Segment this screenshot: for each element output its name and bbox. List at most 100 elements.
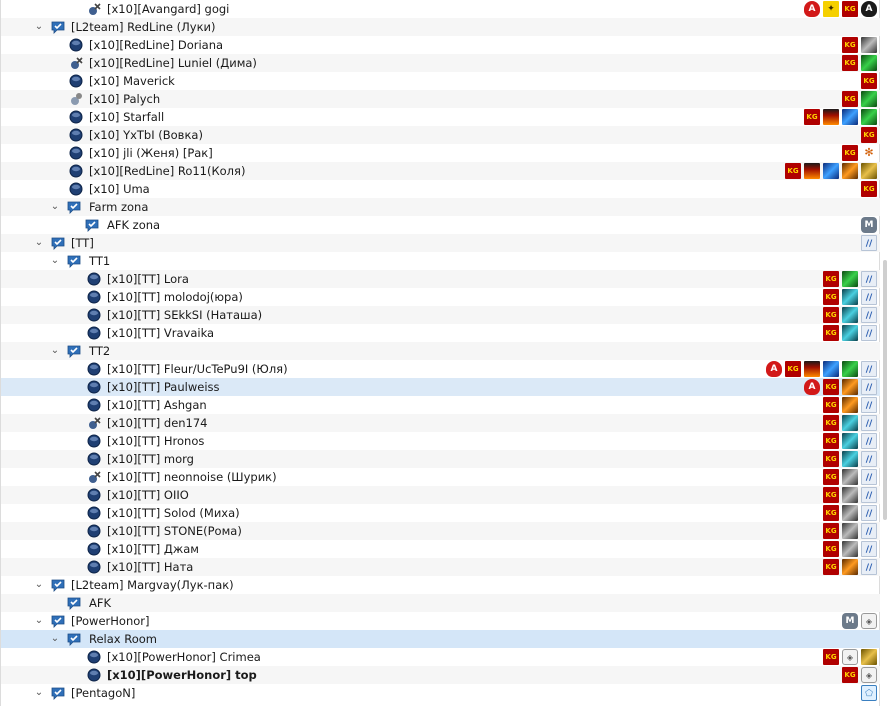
channel-row[interactable]: ⌄ Relax Room bbox=[1, 630, 881, 648]
user-row[interactable]: [x10][RedLine] Doriana KG bbox=[1, 36, 881, 54]
red-rank-badge: KG bbox=[842, 1, 858, 17]
user-row[interactable]: [x10][TT] Solod (Миха) KG // bbox=[1, 504, 881, 522]
channel-row[interactable]: AFK bbox=[1, 594, 881, 612]
badge-strip: // bbox=[861, 235, 877, 251]
user-name: [x10][RedLine] Luniel (Дима) bbox=[89, 56, 257, 70]
user-row[interactable]: [x10] jli (Женя) [Рак] KG ✻ bbox=[1, 144, 881, 162]
user-row[interactable]: [x10] Palych KG bbox=[1, 90, 881, 108]
expand-chevron-icon[interactable]: ⌄ bbox=[33, 612, 45, 630]
shield-badge-icon: ◈ bbox=[861, 667, 877, 683]
expand-chevron-icon[interactable]: ⌄ bbox=[33, 18, 45, 36]
expand-chevron-icon[interactable]: ⌄ bbox=[49, 252, 61, 270]
vertical-scrollbar[interactable] bbox=[880, 0, 888, 706]
user-row[interactable]: [x10] YxTbI (Вовка) KG bbox=[1, 126, 881, 144]
channel-name: [L2team] RedLine (Луки) bbox=[71, 20, 216, 34]
user-row[interactable]: [x10][TT] OIIO KG // bbox=[1, 486, 881, 504]
expand-chevron-icon[interactable]: ⌄ bbox=[33, 684, 45, 702]
red-rank-badge: KG bbox=[861, 73, 877, 89]
badge-strip: KG ✻ bbox=[842, 145, 877, 161]
channel-name: Farm zona bbox=[89, 200, 149, 214]
server-group-icon: // bbox=[861, 487, 877, 503]
user-name: [x10][TT] molodoj(юра) bbox=[107, 290, 243, 304]
user-online-icon bbox=[87, 434, 101, 448]
bee-badge-icon: ✦ bbox=[823, 1, 839, 17]
channel-row[interactable]: ⌄ [PentagoN] ⬠ bbox=[1, 684, 881, 702]
server-group-icon: // bbox=[861, 325, 877, 341]
channel-row[interactable]: ⌄ [TT] // bbox=[1, 234, 881, 252]
scrollbar-thumb[interactable] bbox=[883, 260, 887, 520]
user-row[interactable]: [x10][Avangard] gogi A ✦ KG A bbox=[1, 0, 881, 18]
user-row[interactable]: [x10][TT] Vravaika KG // bbox=[1, 324, 881, 342]
channel-row[interactable]: ⌄ TT1 bbox=[1, 252, 881, 270]
server-group-icon: // bbox=[861, 523, 877, 539]
user-name: [x10][TT] Fleur/UcTePu9I (Юля) bbox=[107, 362, 288, 376]
server-group-icon: // bbox=[861, 505, 877, 521]
user-online-icon bbox=[87, 290, 101, 304]
user-name: [x10] jli (Женя) [Рак] bbox=[89, 146, 213, 160]
user-row[interactable]: [x10][TT] Lora KG // bbox=[1, 270, 881, 288]
expand-chevron-icon[interactable]: ⌄ bbox=[33, 234, 45, 252]
user-row[interactable]: [x10][TT] neonnoise (Шурик) KG // bbox=[1, 468, 881, 486]
server-group-icon: // bbox=[861, 415, 877, 431]
badge-strip: KG // bbox=[823, 415, 877, 431]
teal-class-badge bbox=[842, 325, 858, 341]
red-rank-badge: KG bbox=[823, 415, 839, 431]
badge-strip: KG ◈ bbox=[842, 667, 877, 683]
user-name: [x10][TT] neonnoise (Шурик) bbox=[107, 470, 277, 484]
user-row[interactable]: [x10] Maverick KG bbox=[1, 72, 881, 90]
user-row[interactable]: [x10][RedLine] Luniel (Дима) KG bbox=[1, 54, 881, 72]
badge-strip: KG // bbox=[823, 271, 877, 287]
server-group-icon: // bbox=[861, 307, 877, 323]
user-row[interactable]: [x10][TT] molodoj(юра) KG // bbox=[1, 288, 881, 306]
blue-class-badge bbox=[842, 109, 858, 125]
channel-row[interactable]: ⌄ [L2team] Margvay(Лук-пак) bbox=[1, 576, 881, 594]
user-row[interactable]: [x10][TT] STONE(Рома) KG // bbox=[1, 522, 881, 540]
badge-strip: KG bbox=[842, 91, 877, 107]
user-row[interactable]: [x10][TT] Джам KG // bbox=[1, 540, 881, 558]
user-row[interactable]: [x10][TT] Paulweiss A KG // bbox=[1, 378, 881, 396]
user-row[interactable]: [x10][PowerHonor] top KG ◈ bbox=[1, 666, 881, 684]
channel-row[interactable]: AFK zona M bbox=[1, 216, 881, 234]
user-name: [x10] Maverick bbox=[89, 74, 175, 88]
expand-chevron-icon[interactable]: ⌄ bbox=[49, 630, 61, 648]
server-group-icon: // bbox=[861, 451, 877, 467]
user-row[interactable]: [x10][TT] Fleur/UcTePu9I (Юля) A KG // bbox=[1, 360, 881, 378]
channel-name: [PowerHonor] bbox=[71, 614, 150, 628]
user-online-icon bbox=[87, 506, 101, 520]
user-name: [x10] YxTbI (Вовка) bbox=[89, 128, 203, 142]
user-row[interactable]: [x10][TT] Ната KG // bbox=[1, 558, 881, 576]
channel-icon bbox=[67, 254, 81, 268]
red-rank-badge: KG bbox=[823, 289, 839, 305]
user-name: [x10][TT] Ashgan bbox=[107, 398, 207, 412]
channel-name: TT2 bbox=[89, 344, 111, 358]
expand-chevron-icon[interactable]: ⌄ bbox=[33, 576, 45, 594]
green-class-badge bbox=[842, 271, 858, 287]
red-rank-badge: KG bbox=[842, 91, 858, 107]
red-rank-badge: KG bbox=[823, 649, 839, 665]
user-row[interactable]: [x10][TT] Ashgan KG // bbox=[1, 396, 881, 414]
user-row[interactable]: [x10] Starfall KG bbox=[1, 108, 881, 126]
user-row[interactable]: [x10][PowerHonor] Crimea KG ◈ bbox=[1, 648, 881, 666]
user-row[interactable]: [x10][TT] morg KG // bbox=[1, 450, 881, 468]
expand-chevron-icon[interactable]: ⌄ bbox=[49, 342, 61, 360]
teal-class-badge bbox=[842, 415, 858, 431]
badge-strip: KG ◈ bbox=[823, 649, 877, 665]
channel-row[interactable]: ⌄ [L2team] RedLine (Луки) bbox=[1, 18, 881, 36]
user-row[interactable]: [x10] Uma KG bbox=[1, 180, 881, 198]
user-online-icon bbox=[87, 380, 101, 394]
expand-chevron-icon[interactable]: ⌄ bbox=[49, 198, 61, 216]
server-group-icon: // bbox=[861, 271, 877, 287]
teal-class-badge bbox=[842, 451, 858, 467]
user-row[interactable]: [x10][RedLine] Ro11(Коля) KG bbox=[1, 162, 881, 180]
user-row[interactable]: [x10][TT] Hronos KG // bbox=[1, 432, 881, 450]
fire-badge bbox=[804, 361, 820, 377]
channel-row[interactable]: ⌄ TT2 bbox=[1, 342, 881, 360]
user-row[interactable]: [x10][TT] den174 KG // bbox=[1, 414, 881, 432]
gold-class-badge bbox=[861, 163, 877, 179]
channel-row[interactable]: ⌄ Farm zona bbox=[1, 198, 881, 216]
channel-row[interactable]: ⌄ [PowerHonor] M ◈ bbox=[1, 612, 881, 630]
orange-class-badge bbox=[842, 163, 858, 179]
user-row[interactable]: [x10][TT] SEkkSI (Наташа) KG // bbox=[1, 306, 881, 324]
badge-strip: KG // bbox=[823, 559, 877, 575]
user-name: [x10][TT] STONE(Рома) bbox=[107, 524, 242, 538]
